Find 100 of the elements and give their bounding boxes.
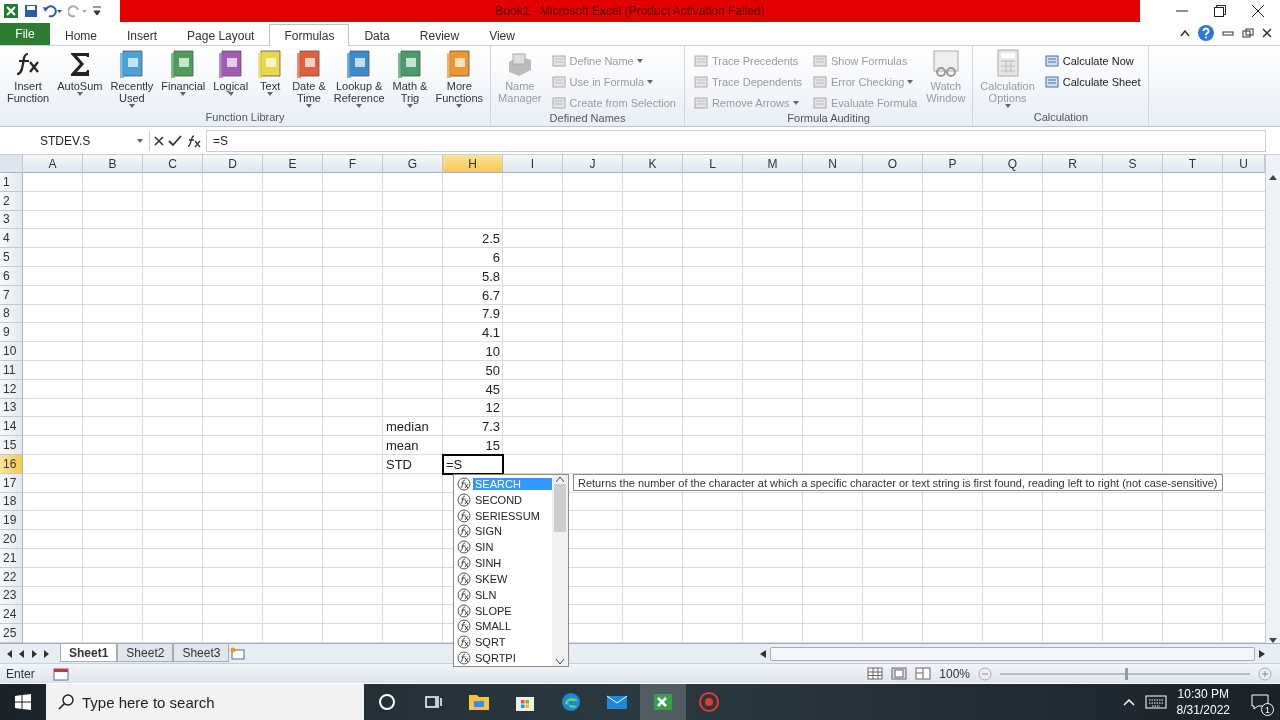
zoom-thumb[interactable] [1125, 667, 1128, 680]
ribbon-tab[interactable]: Insert [112, 24, 173, 46]
minimize-icon[interactable] [1222, 28, 1234, 38]
macro-icon[interactable] [52, 666, 69, 681]
ribbon-command[interactable]: Calculate Now [1043, 52, 1141, 70]
ribbon-tab[interactable]: Page Layout [172, 24, 270, 46]
function-option[interactable]: SECOND [473, 493, 552, 506]
task-view-icon[interactable] [424, 694, 442, 710]
row-header[interactable]: 14 [0, 417, 23, 437]
cancel-icon[interactable] [154, 135, 164, 146]
function-option[interactable]: SKEW [473, 572, 552, 585]
function-option[interactable]: SIN [473, 541, 552, 554]
function-option[interactable]: SLN [473, 588, 552, 601]
column-header[interactable]: U [1223, 155, 1265, 173]
column-header[interactable]: O [863, 155, 923, 173]
close-icon[interactable] [1262, 28, 1272, 38]
sheet-tab[interactable]: Sheet1 [60, 644, 118, 662]
function-option[interactable]: SERIESSUM [473, 509, 552, 522]
active-cell[interactable]: =S [442, 453, 504, 475]
ribbon-tab[interactable]: Review [404, 24, 475, 46]
collapse-ribbon-icon[interactable] [1180, 29, 1190, 37]
column-header[interactable]: B [83, 155, 143, 173]
formula-field[interactable]: =S [206, 129, 1266, 152]
ribbon-button[interactable]: More Functions [432, 48, 487, 111]
ribbon-button[interactable]: Date & Time [289, 48, 329, 111]
column-header[interactable]: D [203, 155, 263, 173]
keyboard-icon[interactable] [1144, 695, 1167, 709]
column-header[interactable]: E [263, 155, 323, 173]
browser-icon[interactable] [561, 692, 581, 712]
mail-icon[interactable] [606, 694, 628, 710]
row-header[interactable]: 19 [0, 511, 23, 531]
page-break-icon[interactable] [915, 667, 932, 680]
scroll-left-icon[interactable] [760, 649, 766, 658]
ribbon-button[interactable]: Math & Trig [389, 48, 431, 111]
spreadsheet-icon[interactable] [3, 3, 19, 19]
function-option[interactable]: SLOPE [473, 604, 552, 617]
undo-icon[interactable] [43, 4, 63, 18]
sheet-tab[interactable]: Sheet3 [173, 644, 230, 662]
function-option[interactable]: SQRT [473, 636, 552, 649]
row-header[interactable]: 25 [0, 624, 23, 643]
ribbon-button[interactable]: AutoSum [54, 48, 106, 111]
record-icon[interactable] [698, 691, 720, 713]
row-header[interactable]: 20 [0, 530, 23, 549]
ribbon-tab[interactable]: Data [349, 24, 405, 46]
row-header[interactable]: 24 [0, 605, 23, 625]
page-layout-icon[interactable] [891, 667, 908, 680]
row-header[interactable]: 15 [0, 436, 23, 455]
column-header[interactable]: L [683, 155, 743, 173]
column-header[interactable]: F [323, 155, 383, 173]
ribbon-tab[interactable]: Home [50, 24, 112, 46]
help-icon[interactable] [1198, 25, 1214, 41]
circle-icon[interactable] [378, 693, 396, 711]
customize-icon[interactable] [93, 5, 101, 17]
horizontal-scrollbar[interactable] [770, 646, 1255, 661]
ribbon-button[interactable]: Logical [210, 48, 252, 111]
ribbon-button[interactable]: Financial [158, 48, 209, 111]
row-header[interactable]: 9 [0, 323, 23, 343]
column-header[interactable]: K [623, 155, 683, 173]
scroll-up-icon[interactable] [1269, 175, 1277, 180]
column-header[interactable]: R [1043, 155, 1103, 173]
check-icon[interactable] [168, 134, 182, 147]
column-header[interactable]: N [803, 155, 863, 173]
search-field[interactable]: Type here to search [46, 684, 364, 720]
column-header[interactable]: A [23, 155, 83, 173]
column-header[interactable]: I [503, 155, 563, 173]
insert-function-icon[interactable] [186, 133, 202, 148]
scroll-right-icon[interactable] [1259, 649, 1265, 658]
column-header[interactable]: S [1103, 155, 1163, 173]
function-option[interactable]: SQRTPI [473, 652, 552, 664]
save-icon[interactable] [24, 4, 38, 18]
row-header[interactable]: 1 [0, 173, 23, 192]
restore-icon[interactable] [1214, 5, 1226, 17]
file-tab[interactable]: File [0, 23, 50, 45]
column-header[interactable]: H [443, 155, 503, 173]
ribbon-command[interactable]: Calculate Sheet [1043, 73, 1141, 91]
column-header[interactable]: C [143, 155, 203, 173]
sheet-tab[interactable]: Sheet2 [117, 644, 174, 662]
windows-icon[interactable] [15, 694, 31, 710]
column-header[interactable]: Q [983, 155, 1043, 173]
scroll-thumb[interactable] [554, 484, 566, 532]
ribbon-button[interactable]: Recently Used [107, 48, 157, 111]
scroll-down-icon[interactable] [556, 659, 564, 664]
name-box[interactable]: STDEV.S [0, 130, 150, 151]
ribbon-tab[interactable]: Formulas [269, 24, 350, 46]
normal-view-icon[interactable] [867, 667, 884, 680]
ribbon-button[interactable]: Text [253, 48, 288, 111]
column-header[interactable]: M [743, 155, 803, 173]
scroll-up-icon[interactable] [556, 477, 564, 482]
spreadsheet-app-button[interactable] [640, 684, 686, 720]
ribbon-tab[interactable]: View [474, 24, 530, 46]
function-option[interactable]: SIGN [473, 525, 552, 538]
ribbon-button[interactable]: Insert Function [4, 48, 53, 111]
folder-icon[interactable] [468, 693, 490, 711]
clock[interactable]: 10:30 PM 8/31/2022 [1176, 686, 1230, 718]
row-header[interactable]: 5 [0, 248, 23, 267]
ribbon-button[interactable]: Lookup & Reference [330, 48, 388, 111]
column-header[interactable]: T [1163, 155, 1223, 173]
row-header[interactable]: 10 [0, 342, 23, 361]
caret-up-icon[interactable] [1122, 698, 1135, 706]
close-icon[interactable] [1252, 5, 1264, 17]
